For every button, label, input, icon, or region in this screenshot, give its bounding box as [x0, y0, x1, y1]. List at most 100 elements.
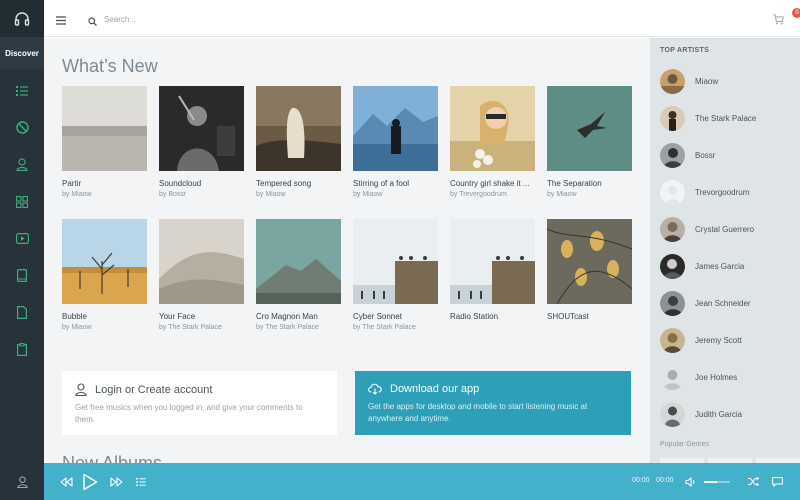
cart-button[interactable] — [773, 12, 784, 30]
album-title[interactable]: Partir — [62, 179, 147, 188]
artist-item[interactable]: Trevorgoodrum — [660, 179, 749, 205]
album-card[interactable]: Partir by Miaow — [62, 86, 147, 198]
album-cover[interactable] — [159, 86, 244, 171]
album-artist[interactable]: by Miaow — [547, 191, 632, 198]
download-title[interactable]: Download our app — [390, 383, 479, 395]
album-title[interactable]: Cro Magnon Man — [256, 312, 341, 321]
login-title[interactable]: Login or Create account — [95, 384, 212, 396]
album-card[interactable]: Stirring of a fool by Miaow — [353, 86, 438, 198]
artist-item[interactable]: Miaow — [660, 68, 718, 94]
album-card[interactable]: Cro Magnon Man by The Stark Palace — [256, 219, 341, 331]
avatar[interactable] — [660, 179, 685, 205]
album-title[interactable]: Country girl shake it ... — [450, 179, 535, 188]
artist-item[interactable]: Judith Garcia — [660, 401, 742, 427]
album-card[interactable]: Soundcloud by Bossr — [159, 86, 244, 198]
artist-name[interactable]: Judith Garcia — [695, 410, 742, 419]
album-title[interactable]: Cyber Sonnet — [353, 312, 438, 321]
avatar[interactable] — [660, 253, 685, 279]
album-cover[interactable] — [353, 219, 438, 304]
search-input[interactable] — [104, 9, 404, 29]
artist-name[interactable]: Crystal Guerrero — [695, 225, 754, 234]
album-title[interactable]: SHOUTcast — [547, 312, 632, 321]
nav-item-file[interactable] — [0, 297, 44, 328]
album-cover[interactable] — [547, 219, 632, 304]
artist-name[interactable]: James Garcia — [695, 262, 744, 271]
album-cover[interactable] — [62, 86, 147, 171]
account-button[interactable] — [0, 463, 44, 500]
album-card[interactable]: Country girl shake it ... by Trevergoodr… — [450, 86, 535, 198]
album-artist[interactable]: by Miaow — [353, 191, 438, 198]
album-card[interactable]: Radio Station — [450, 219, 535, 324]
artist-name[interactable]: Bossr — [695, 151, 715, 160]
artist-name[interactable]: Miaow — [695, 77, 718, 86]
nav-item-grid[interactable] — [0, 186, 44, 217]
album-card[interactable]: Bubble by Miaow — [62, 219, 147, 331]
album-title[interactable]: The Separation — [547, 179, 632, 188]
nav-item-list[interactable] — [0, 75, 44, 106]
avatar[interactable] — [660, 401, 685, 427]
logo[interactable] — [0, 0, 44, 37]
comments-button[interactable] — [770, 463, 784, 500]
album-title[interactable]: Tempered song — [256, 179, 341, 188]
album-cover[interactable] — [256, 219, 341, 304]
album-card[interactable]: The Separation by Miaow — [547, 86, 632, 198]
album-cover[interactable] — [159, 219, 244, 304]
playlist-button[interactable] — [134, 463, 148, 500]
artist-item[interactable]: James Garcia — [660, 253, 744, 279]
artist-item[interactable]: Bossr — [660, 142, 715, 168]
nav-item-disc[interactable] — [0, 112, 44, 143]
album-card[interactable]: Tempered song by Miaow — [256, 86, 341, 198]
artist-item[interactable]: Jeremy Scott — [660, 327, 742, 353]
album-artist[interactable]: by Miaow — [62, 324, 147, 331]
nav-item-tablet[interactable] — [0, 260, 44, 291]
album-title[interactable]: Soundcloud — [159, 179, 244, 188]
album-cover[interactable] — [353, 86, 438, 171]
artist-item[interactable]: Crystal Guerrero — [660, 216, 754, 242]
artist-item[interactable]: Joe Holmes — [660, 364, 737, 390]
album-title[interactable]: Stirring of a fool — [353, 179, 438, 188]
shuffle-button[interactable] — [746, 463, 760, 500]
search-button[interactable] — [88, 13, 97, 31]
play-button[interactable] — [80, 463, 100, 500]
album-title[interactable]: Your Face — [159, 312, 244, 321]
album-artist[interactable]: by Miaow — [62, 191, 147, 198]
album-card[interactable]: SHOUTcast — [547, 219, 632, 324]
artist-item[interactable]: The Stark Palace — [660, 105, 756, 131]
album-artist[interactable]: by The Stark Palace — [256, 324, 341, 331]
album-card[interactable]: Cyber Sonnet by The Stark Palace — [353, 219, 438, 331]
download-panel[interactable]: Download our app Get the apps for deskto… — [355, 371, 631, 435]
album-artist[interactable]: by Trevergoodrum — [450, 191, 535, 198]
artist-name[interactable]: Trevorgoodrum — [695, 188, 749, 197]
avatar[interactable] — [660, 216, 685, 242]
artist-name[interactable]: The Stark Palace — [695, 114, 756, 123]
album-artist[interactable]: by Miaow — [256, 191, 341, 198]
previous-button[interactable] — [58, 463, 74, 500]
artist-name[interactable]: Joe Holmes — [695, 373, 737, 382]
album-card[interactable]: Your Face by The Stark Palace — [159, 219, 244, 331]
artist-name[interactable]: Jean Schneider — [695, 299, 751, 308]
volume-slider[interactable] — [704, 481, 730, 483]
album-title[interactable]: Bubble — [62, 312, 147, 321]
avatar[interactable] — [660, 142, 685, 168]
menu-button[interactable] — [56, 12, 66, 30]
nav-item-clipboard[interactable] — [0, 334, 44, 365]
login-panel[interactable]: Login or Create account Get free musics … — [62, 371, 337, 435]
album-cover[interactable] — [450, 219, 535, 304]
nav-item-user[interactable] — [0, 149, 44, 180]
album-cover[interactable] — [256, 86, 341, 171]
avatar[interactable] — [660, 364, 685, 390]
album-cover[interactable] — [547, 86, 632, 171]
avatar[interactable] — [660, 105, 685, 131]
album-artist[interactable]: by The Stark Palace — [159, 324, 244, 331]
avatar[interactable] — [660, 327, 685, 353]
album-artist[interactable]: by The Stark Palace — [353, 324, 438, 331]
album-artist[interactable]: by Bossr — [159, 191, 244, 198]
album-cover[interactable] — [450, 86, 535, 171]
avatar[interactable] — [660, 290, 685, 316]
album-title[interactable]: Radio Station — [450, 312, 535, 321]
artist-item[interactable]: Jean Schneider — [660, 290, 751, 316]
next-button[interactable] — [108, 463, 124, 500]
avatar[interactable] — [660, 68, 685, 94]
nav-item-video[interactable] — [0, 223, 44, 254]
artist-name[interactable]: Jeremy Scott — [695, 336, 742, 345]
